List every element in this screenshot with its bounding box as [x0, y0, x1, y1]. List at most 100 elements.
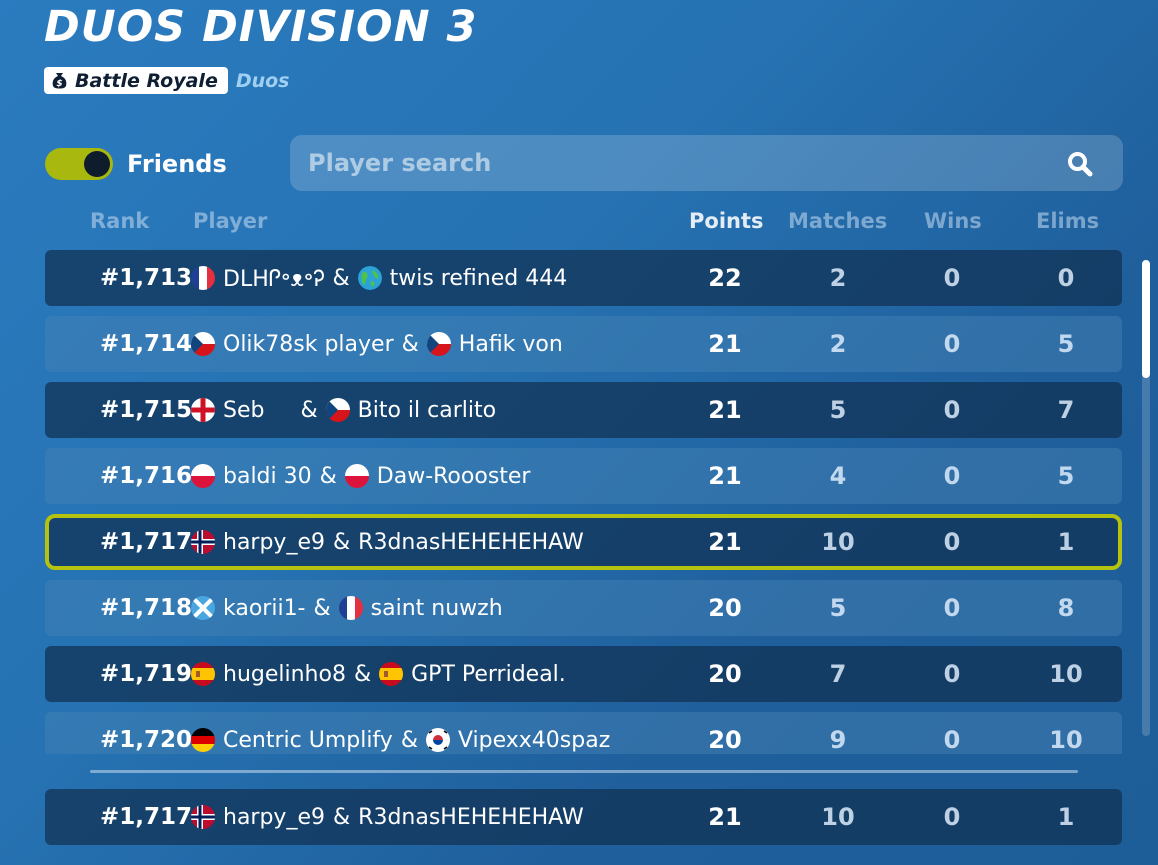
table-row[interactable]: #1,720 Centric Umplify & Vipexx40spaz 20 …	[45, 712, 1122, 754]
czech-flag-icon	[426, 332, 451, 356]
poland-flag-icon	[191, 464, 215, 488]
player-name: GPT Perrideal.	[411, 661, 566, 687]
elims-cell: 1	[1057, 528, 1075, 556]
wins-cell: 0	[943, 396, 961, 424]
player-cell: harpy_e9 & R3dnasHEHEHEHAW	[191, 518, 584, 566]
spain-flag-icon	[379, 662, 404, 686]
table-row-current-player[interactable]: #1,717 harpy_e9 & R3dnasHEHEHEHAW 21 10 0…	[45, 514, 1122, 570]
scotland-flag-icon	[191, 596, 215, 620]
player-name: twis refined 444	[389, 265, 568, 291]
matches-cell: 5	[829, 396, 847, 424]
player-name: Daw-Roooster	[376, 463, 531, 489]
player-name: kaorii1-	[223, 595, 306, 621]
france-flag-icon	[338, 596, 363, 620]
leaderboard-list[interactable]: #1,713 DLHᎵ॰ᴥ॰Ꭾ & twis refined 444 22 2 0…	[0, 0, 1158, 754]
elims-cell: 0	[1057, 264, 1075, 292]
wins-cell: 0	[943, 264, 961, 292]
points-cell: 21	[708, 396, 742, 424]
rank-cell: #1,715	[100, 397, 193, 423]
england-flag-icon	[191, 398, 215, 422]
matches-cell: 9	[829, 726, 847, 754]
elims-cell: 1	[1057, 803, 1075, 831]
matches-cell: 2	[829, 264, 847, 292]
elims-cell: 5	[1057, 462, 1075, 490]
rank-cell: #1,719	[100, 661, 193, 687]
player-name: Olik78sk player	[223, 331, 394, 357]
elims-cell: 10	[1049, 660, 1083, 688]
elims-cell: 5	[1057, 330, 1075, 358]
germany-flag-icon	[191, 728, 215, 752]
player-cell: kaorii1- & saint nuwzh	[191, 580, 503, 636]
elims-cell: 8	[1057, 594, 1075, 622]
table-row[interactable]: #1,714 Olik78sk player & Hafik von 21 2 0…	[45, 316, 1122, 372]
player-name: R3dnasHEHEHEHAW	[358, 529, 584, 555]
elims-cell: 7	[1057, 396, 1075, 424]
poland-flag-icon	[344, 464, 369, 488]
spain-flag-icon	[191, 662, 215, 686]
player-name: DLHᎵ॰ᴥ॰Ꭾ	[223, 267, 325, 292]
points-cell: 20	[708, 594, 742, 622]
table-row[interactable]: #1,716 baldi 30 & Daw-Roooster 21 4 0 5	[45, 448, 1122, 504]
south-korea-flag-icon	[425, 728, 450, 752]
czech-flag-icon	[325, 398, 350, 422]
points-cell: 22	[708, 264, 742, 292]
points-cell: 21	[708, 803, 742, 831]
elims-cell: 10	[1049, 726, 1083, 754]
wins-cell: 0	[943, 726, 961, 754]
matches-cell: 2	[829, 330, 847, 358]
my-player-row[interactable]: #1,717 harpy_e9 & R3dnasHEHEHEHAW 21 10 0…	[45, 789, 1122, 845]
points-cell: 20	[708, 660, 742, 688]
player-cell: Centric Umplify & Vipexx40spaz	[191, 712, 610, 754]
table-row[interactable]: #1,715 Seb & Bito il carlito 21 5 0 7	[45, 382, 1122, 438]
player-name: Bito il carlito	[357, 397, 497, 423]
table-row[interactable]: #1,719 hugelinho8 & GPT Perrideal. 20 7 0…	[45, 646, 1122, 702]
scrollbar-thumb[interactable]	[1142, 260, 1150, 378]
wins-cell: 0	[943, 528, 961, 556]
points-cell: 20	[708, 726, 742, 754]
rank-cell: #1,718	[100, 595, 193, 621]
wins-cell: 0	[943, 462, 961, 490]
player-cell: Seb & Bito il carlito	[191, 382, 496, 438]
player-cell: Olik78sk player & Hafik von	[191, 316, 563, 372]
czech-flag-icon	[191, 332, 215, 356]
player-name: Seb	[223, 397, 265, 423]
player-name: hugelinho8	[223, 661, 346, 687]
france-flag-icon	[191, 266, 215, 290]
rank-cell: #1,714	[100, 331, 193, 357]
rank-cell: #1,713	[100, 265, 193, 291]
rank-cell: #1,717	[100, 804, 193, 830]
norway-flag-icon	[191, 530, 215, 554]
divider	[90, 770, 1078, 773]
player-cell: DLHᎵ॰ᴥ॰Ꭾ & twis refined 444	[191, 250, 567, 306]
table-row[interactable]: #1,713 DLHᎵ॰ᴥ॰Ꭾ & twis refined 444 22 2 0…	[45, 250, 1122, 306]
globe-icon	[357, 266, 382, 290]
matches-cell: 4	[829, 462, 847, 490]
player-name: saint nuwzh	[370, 595, 503, 621]
player-name: Centric Umplify	[223, 727, 393, 753]
player-name: Hafik von	[458, 331, 563, 357]
wins-cell: 0	[943, 594, 961, 622]
points-cell: 21	[708, 330, 742, 358]
player-name: Vipexx40spaz	[457, 727, 611, 753]
matches-cell: 10	[821, 528, 855, 556]
points-cell: 21	[708, 528, 742, 556]
rank-cell: #1,717	[100, 529, 193, 555]
norway-flag-icon	[191, 805, 215, 829]
matches-cell: 10	[821, 803, 855, 831]
matches-cell: 5	[829, 594, 847, 622]
player-name: R3dnasHEHEHEHAW	[358, 804, 584, 830]
player-name: harpy_e9	[223, 804, 325, 830]
player-name: baldi 30	[223, 463, 312, 489]
wins-cell: 0	[943, 660, 961, 688]
rank-cell: #1,720	[100, 727, 193, 753]
table-row[interactable]: #1,718 kaorii1- & saint nuwzh 20 5 0 8	[45, 580, 1122, 636]
player-cell: harpy_e9 & R3dnasHEHEHEHAW	[191, 789, 584, 845]
player-cell: hugelinho8 & GPT Perrideal.	[191, 646, 566, 702]
matches-cell: 7	[829, 660, 847, 688]
points-cell: 21	[708, 462, 742, 490]
player-cell: baldi 30 & Daw-Roooster	[191, 448, 530, 504]
player-name: harpy_e9	[223, 529, 325, 555]
wins-cell: 0	[943, 330, 961, 358]
wins-cell: 0	[943, 803, 961, 831]
rank-cell: #1,716	[100, 463, 193, 489]
